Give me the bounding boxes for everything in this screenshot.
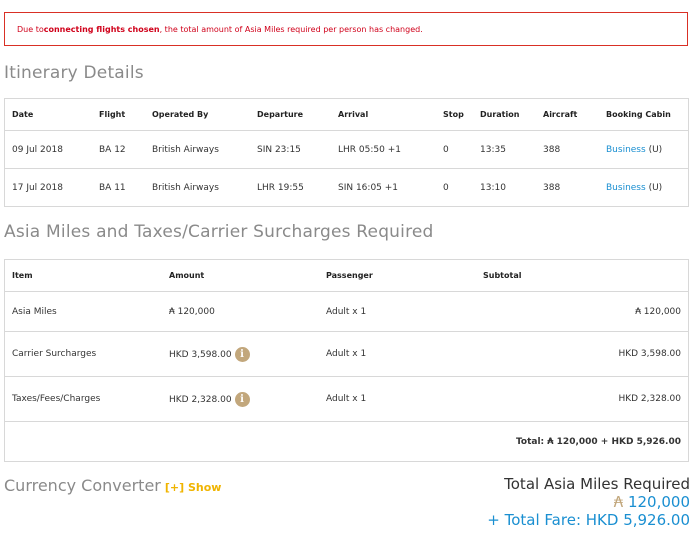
departure-cell: SIN 23:15 <box>250 130 331 169</box>
total-summary: Total Asia Miles Required ₳ 120,000 + To… <box>487 475 690 529</box>
col-amount: Amount <box>162 259 319 292</box>
col-cabin: Booking Cabin <box>599 98 689 131</box>
aircraft-link[interactable]: 388 <box>536 169 599 207</box>
table-row: Asia Miles ₳ 120,000 Adult x 1 ₳ 120,000 <box>4 291 689 332</box>
col-passenger: Passenger <box>319 259 476 292</box>
total-miles-value: 120,000 <box>627 493 690 511</box>
cabin-cell: Business (U) <box>599 169 689 207</box>
miles-title: Asia Miles and Taxes/Carrier Surcharges … <box>4 222 434 242</box>
arrival-cell: LHR 05:50 +1 <box>331 130 436 169</box>
miles-table: Item Amount Passenger Subtotal Asia Mile… <box>4 259 689 462</box>
itinerary-header-row: Date Flight Operated By Departure Arriva… <box>4 98 689 131</box>
cabin-link[interactable]: Business <box>606 145 646 155</box>
col-date: Date <box>4 98 92 131</box>
table-row: Taxes/Fees/Charges HKD 2,328.00 i Adult x… <box>4 376 689 422</box>
duration-cell: 13:35 <box>473 130 536 169</box>
cabin-code: (U) <box>648 182 663 193</box>
amount-cell: HKD 3,598.00 i <box>162 331 319 377</box>
operated-cell: British Airways <box>152 182 219 193</box>
amount-value: HKD 3,598.00 <box>169 349 232 360</box>
stop-cell: 0 <box>436 130 473 169</box>
currency-converter-title: Currency Converter <box>4 476 161 495</box>
table-row: 17 Jul 2018 BA 11 British Airways LHR 19… <box>5 169 689 207</box>
col-item: Item <box>4 259 162 292</box>
subtotal-cell: HKD 2,328.00 <box>476 376 689 422</box>
col-subtotal: Subtotal <box>476 259 689 292</box>
total-miles: ₳ 120,000 <box>487 493 690 511</box>
info-icon[interactable]: i <box>234 391 250 407</box>
alert-suffix: , the total amount of Asia Miles require… <box>159 24 423 34</box>
flight-link[interactable]: BA 12 <box>92 130 145 169</box>
table-row: 09 Jul 2018 BA 12 British Airways SIN 23… <box>4 130 689 169</box>
col-arrival: Arrival <box>331 98 436 131</box>
date-cell: 09 Jul 2018 <box>4 130 92 169</box>
fare-change-alert: Due to connecting flights chosen, the to… <box>4 12 688 46</box>
total-summary-title: Total Asia Miles Required <box>504 475 690 493</box>
passenger-cell: Adult x 1 <box>319 331 476 377</box>
col-stop: Stop <box>436 98 473 131</box>
duration-cell: 13:10 <box>480 182 506 193</box>
col-operated: Operated By <box>145 98 250 131</box>
flight-link[interactable]: BA 11 <box>92 169 145 207</box>
alert-bold: connecting flights chosen <box>43 24 160 34</box>
itinerary-table: Date Flight Operated By Departure Arriva… <box>4 98 689 207</box>
aircraft-link[interactable]: 388 <box>536 130 599 169</box>
col-departure: Departure <box>250 98 331 131</box>
arrival-cell: SIN 16:05 +1 <box>338 182 399 193</box>
asia-miles-icon: ₳ <box>613 493 624 511</box>
total-row: Total: ₳ 120,000 + HKD 5,926.00 <box>5 422 689 462</box>
amount-cell: HKD 2,328.00 i <box>162 376 319 422</box>
currency-show-toggle[interactable]: [+] Show <box>165 481 222 494</box>
cabin-link[interactable]: Business <box>606 183 646 193</box>
passenger-cell: Adult x 1 <box>319 291 476 332</box>
col-flight: Flight <box>92 98 145 131</box>
date-cell: 17 Jul 2018 <box>12 182 63 193</box>
col-aircraft: Aircraft <box>536 98 599 131</box>
departure-cell: LHR 19:55 <box>257 182 304 193</box>
table-row: Carrier Surcharges HKD 3,598.00 i Adult x… <box>4 331 689 377</box>
subtotal-cell: HKD 3,598.00 <box>476 331 689 377</box>
amount-value: HKD 2,328.00 <box>169 394 232 405</box>
currency-converter: Currency Converter [+] Show <box>4 476 221 495</box>
item-cell: Taxes/Fees/Charges <box>4 376 162 422</box>
itinerary-title: Itinerary Details <box>4 63 144 83</box>
stop-cell: 0 <box>443 182 449 193</box>
cabin-cell: Business (U) <box>599 130 689 169</box>
cabin-code: (U) <box>648 144 663 155</box>
subtotal-cell: ₳ 120,000 <box>476 291 689 332</box>
total-fare: + Total Fare: HKD 5,926.00 <box>487 511 690 529</box>
info-icon[interactable]: i <box>234 346 250 362</box>
item-cell: Asia Miles <box>4 291 162 332</box>
operated-cell: British Airways <box>145 130 250 169</box>
alert-prefix: Due to <box>17 24 44 34</box>
total-cell: Total: ₳ 120,000 + HKD 5,926.00 <box>515 436 681 447</box>
passenger-cell: Adult x 1 <box>319 376 476 422</box>
item-cell: Carrier Surcharges <box>4 331 162 377</box>
miles-header-row: Item Amount Passenger Subtotal <box>4 259 689 292</box>
amount-cell: ₳ 120,000 <box>162 291 319 332</box>
col-duration: Duration <box>473 98 536 131</box>
